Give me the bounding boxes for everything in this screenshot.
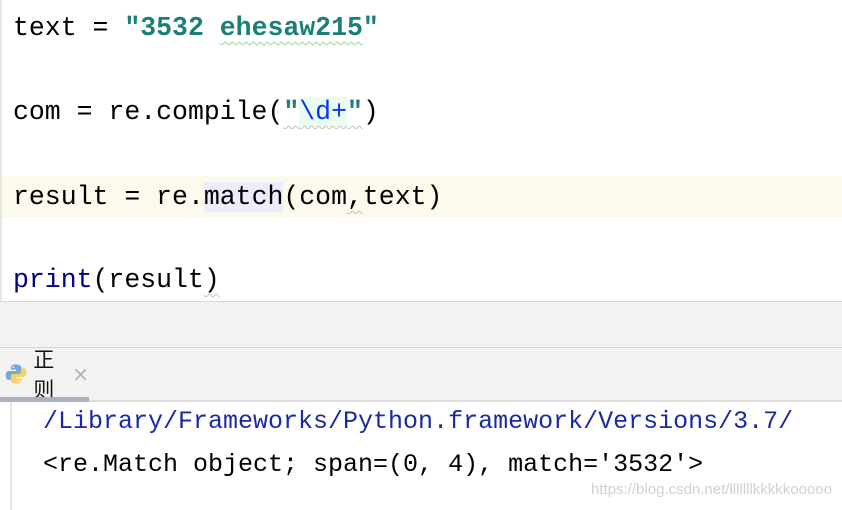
run-tab-bar: 正则 ×	[0, 348, 842, 402]
token: =	[108, 182, 157, 212]
interpreter-path-link[interactable]: /Library/Frameworks/Python.framework/Ver…	[43, 407, 793, 436]
string-token: "3532	[124, 13, 220, 43]
highlighted-token: match	[203, 182, 284, 212]
token: =	[76, 13, 125, 43]
run-tab-label: 正则	[33, 348, 55, 402]
token: text	[13, 13, 77, 43]
token: result	[13, 182, 109, 212]
token: com	[13, 97, 61, 127]
code-line-3[interactable]: result = re.match(com,text)	[2, 176, 842, 218]
string-token: "	[347, 97, 363, 127]
builtin-token: print	[13, 265, 93, 295]
token: re.compile(	[108, 97, 284, 127]
code-line-2[interactable]: com = re.compile("\d+")	[2, 91, 842, 133]
regex-token: \d+	[299, 97, 347, 127]
token: )	[203, 265, 220, 295]
watermark: https://blog.csdn.net/lllllllkkkkkooooo	[591, 481, 832, 498]
console-gutter	[10, 402, 12, 510]
token: text)	[362, 182, 443, 212]
console-output: <re.Match object; span=(0, 4), match='35…	[43, 450, 704, 479]
code-line-1[interactable]: text = "3532 ehesaw215"	[2, 7, 842, 49]
typo-string-token: ehesaw215	[219, 13, 363, 43]
run-tab[interactable]: 正则 ×	[0, 348, 89, 402]
python-icon	[5, 364, 27, 384]
token: re.	[156, 182, 204, 212]
token: =	[60, 97, 109, 127]
token: (com	[283, 182, 347, 212]
string-token: "	[283, 97, 300, 127]
code-editor[interactable]: text = "3532 ehesaw215" com = re.compile…	[0, 0, 842, 302]
panel-divider[interactable]	[0, 302, 842, 348]
token: )	[362, 97, 379, 127]
string-token: "	[362, 13, 379, 43]
token: (result	[92, 265, 204, 295]
close-icon[interactable]: ×	[72, 362, 89, 386]
token: ,	[347, 182, 363, 212]
code-line-4[interactable]: print(result)	[2, 259, 842, 301]
